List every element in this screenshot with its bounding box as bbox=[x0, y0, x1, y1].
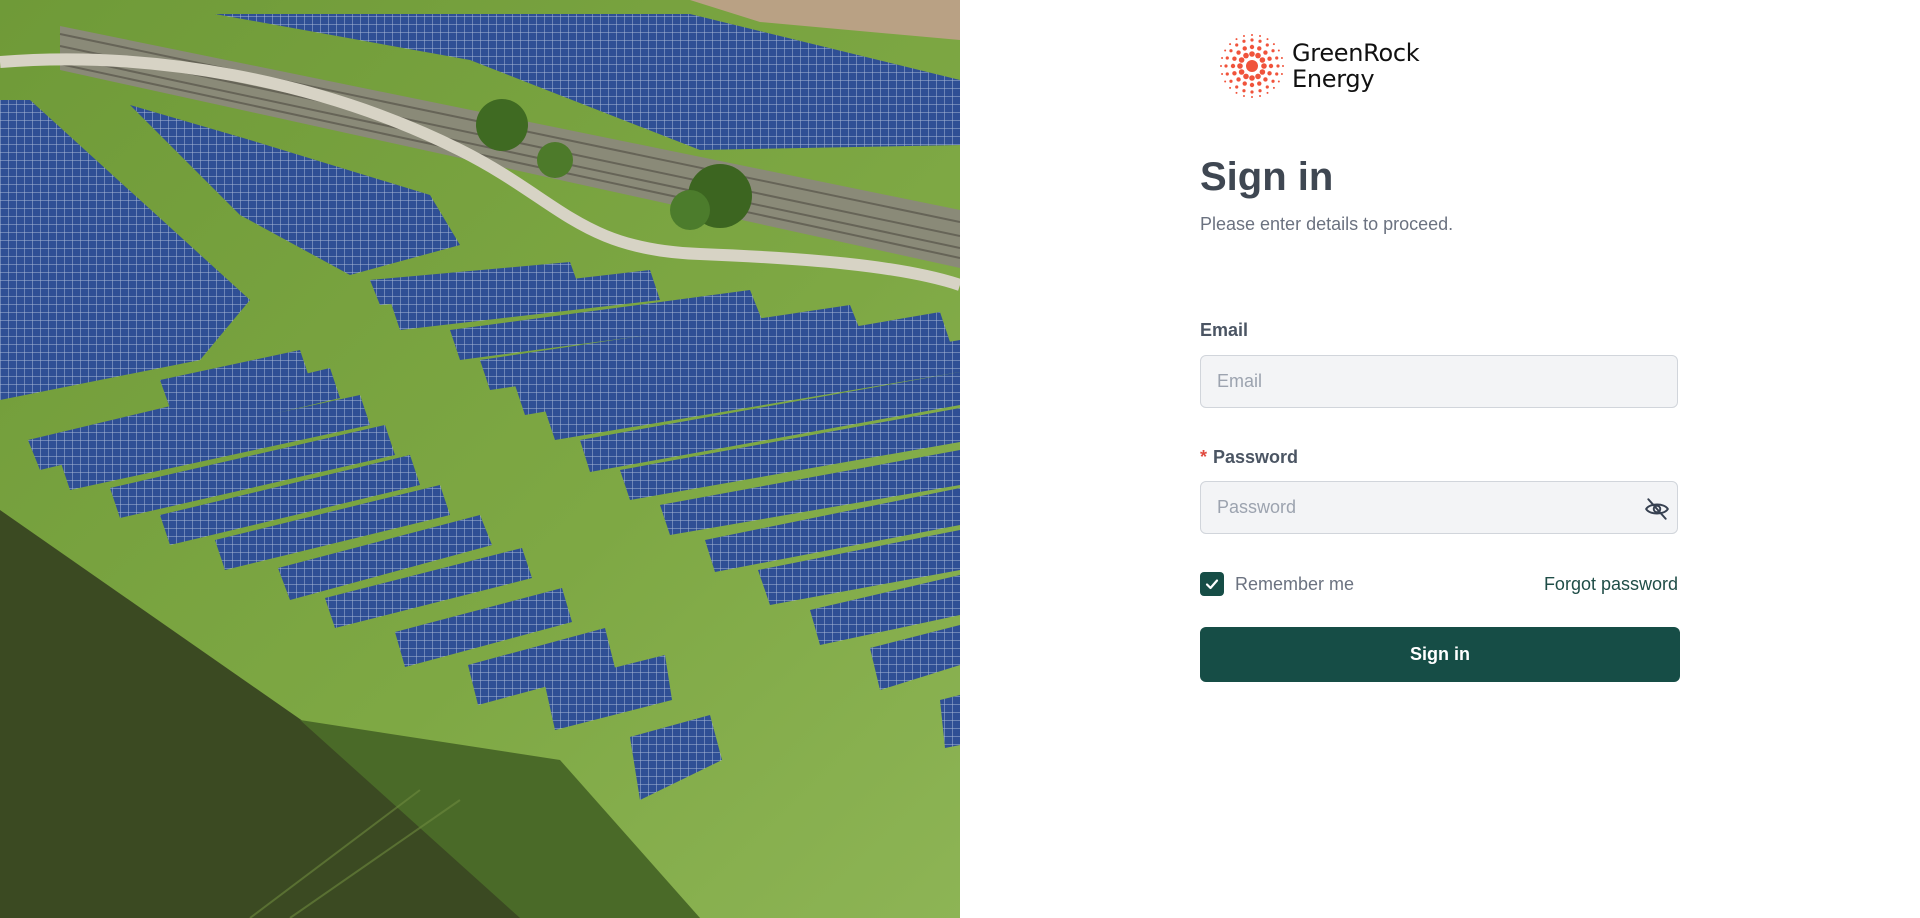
brand-name-line2: Energy bbox=[1292, 65, 1375, 93]
remember-me-label: Remember me bbox=[1235, 573, 1355, 594]
sunburst-dots-icon bbox=[1220, 34, 1284, 98]
email-label: Email bbox=[1200, 320, 1249, 340]
forgot-password-link[interactable]: Forgot password bbox=[1544, 574, 1678, 595]
required-marker: * bbox=[1200, 447, 1208, 467]
sign-in-button[interactable]: Sign in bbox=[1200, 627, 1680, 682]
brand-logo: GreenRock Energy bbox=[1220, 34, 1420, 98]
check-icon bbox=[1205, 579, 1219, 590]
brand-name: GreenRock Energy bbox=[1292, 39, 1420, 93]
page-title: Sign in bbox=[1200, 155, 1334, 199]
hero-solar-farm-image bbox=[0, 0, 960, 918]
brand-name-line1: GreenRock bbox=[1292, 39, 1420, 67]
checkbox-checked[interactable] bbox=[1200, 572, 1224, 596]
eye-off-icon[interactable] bbox=[1644, 496, 1670, 522]
remember-me-checkbox[interactable]: Remember me bbox=[1200, 572, 1354, 596]
password-input[interactable] bbox=[1200, 481, 1678, 534]
password-label: * Password bbox=[1200, 447, 1298, 468]
login-page: GreenRock Energy Sign in Please enter de… bbox=[0, 0, 1920, 918]
email-input[interactable] bbox=[1200, 355, 1678, 408]
password-label-text: Password bbox=[1213, 447, 1299, 467]
sign-in-panel: GreenRock Energy Sign in Please enter de… bbox=[960, 0, 1920, 918]
page-subtitle: Please enter details to proceed. bbox=[1200, 214, 1454, 234]
